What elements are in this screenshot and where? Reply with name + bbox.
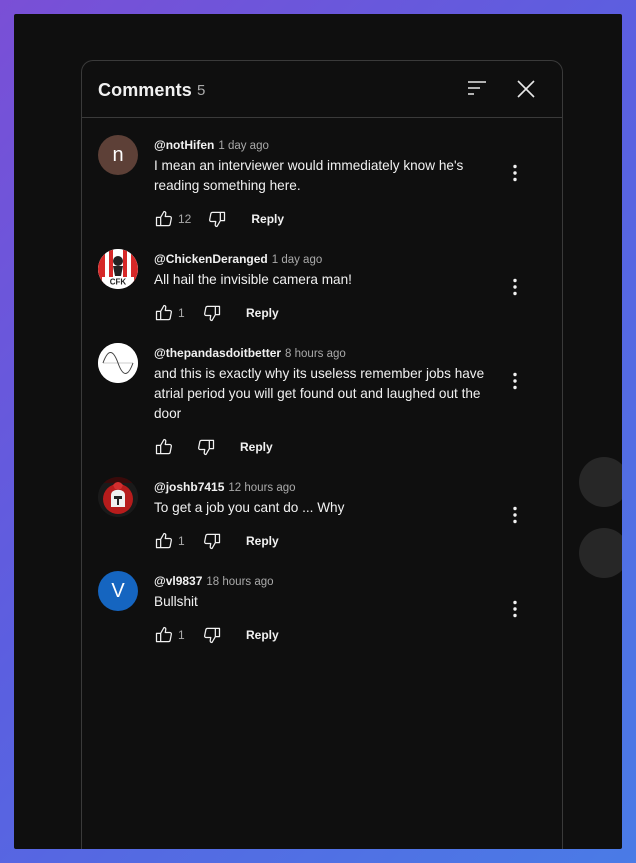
- wave-icon: [98, 343, 138, 383]
- comment-text: All hail the invisible camera man!: [154, 272, 352, 287]
- comment-author[interactable]: @notHifen: [154, 138, 214, 152]
- avatar-letter: V: [111, 579, 125, 602]
- comment-time[interactable]: 8 hours ago: [285, 348, 346, 360]
- comments-count: 5: [197, 82, 206, 99]
- comment-actions: 12 Reply: [152, 207, 284, 231]
- sort-icon[interactable]: [465, 77, 489, 101]
- comment-actions: 1 Reply: [152, 529, 279, 553]
- dislike-icon[interactable]: [205, 207, 229, 231]
- comment-time[interactable]: 1 day ago: [272, 254, 323, 266]
- avatar[interactable]: n: [98, 135, 138, 175]
- comment-time[interactable]: 12 hours ago: [228, 482, 295, 494]
- comment-author[interactable]: @thepandasdoitbetter: [154, 346, 281, 360]
- reply-button[interactable]: Reply: [246, 628, 279, 642]
- comment-time[interactable]: 1 day ago: [218, 140, 269, 152]
- reply-button[interactable]: Reply: [251, 212, 284, 226]
- avatar[interactable]: [98, 477, 138, 517]
- comments-title: Comments: [98, 80, 192, 100]
- app-window: Comments 5 n @notHifen 1 day ago I mean a…: [14, 14, 622, 849]
- comment-time[interactable]: 18 hours ago: [206, 576, 273, 588]
- like-icon[interactable]: [152, 301, 176, 325]
- avatar[interactable]: V: [98, 571, 138, 611]
- comment-text: and this is exactly why its useless reme…: [154, 366, 485, 421]
- like-icon[interactable]: [152, 207, 176, 231]
- dislike-icon[interactable]: [200, 301, 224, 325]
- comment-actions: 1 Reply: [152, 623, 279, 647]
- like-count: 1: [178, 534, 185, 548]
- like-count: 12: [178, 212, 192, 226]
- more-options-icon[interactable]: [503, 161, 527, 185]
- comments-header: Comments 5: [82, 61, 562, 118]
- more-options-icon[interactable]: [503, 369, 527, 393]
- comment-meta: @thepandasdoitbetter 8 hours ago: [154, 344, 346, 362]
- comment-text: To get a job you cant do ... Why: [154, 500, 345, 515]
- comment-text: Bullshit: [154, 594, 198, 609]
- comment-actions: Reply: [152, 435, 273, 459]
- like-icon[interactable]: [152, 435, 176, 459]
- side-action-button-2[interactable]: [579, 528, 622, 578]
- comment-author[interactable]: @vl9837: [154, 574, 202, 588]
- comment-meta: @joshb7415 12 hours ago: [154, 478, 296, 496]
- more-options-icon[interactable]: [503, 275, 527, 299]
- comment-meta: @ChickenDeranged 1 day ago: [154, 250, 322, 268]
- comment-author[interactable]: @ChickenDeranged: [154, 252, 268, 266]
- comment-meta: @notHifen 1 day ago: [154, 136, 269, 154]
- avatar-logo-text: CFK: [110, 278, 127, 287]
- dislike-icon[interactable]: [200, 623, 224, 647]
- like-count: 1: [178, 306, 185, 320]
- comment-actions: 1 Reply: [152, 301, 279, 325]
- dislike-icon[interactable]: [200, 529, 224, 553]
- comment-author[interactable]: @joshb7415: [154, 480, 224, 494]
- comments-panel: Comments 5 n @notHifen 1 day ago I mean a…: [81, 60, 563, 849]
- dislike-icon[interactable]: [194, 435, 218, 459]
- chicken-logo-icon: CFK: [98, 249, 138, 289]
- close-icon[interactable]: [514, 77, 538, 101]
- avatar[interactable]: [98, 343, 138, 383]
- comment-meta: @vl9837 18 hours ago: [154, 572, 274, 590]
- reply-button[interactable]: Reply: [246, 306, 279, 320]
- side-action-button-1[interactable]: [579, 457, 622, 507]
- reply-button[interactable]: Reply: [246, 534, 279, 548]
- gladiator-icon: [98, 477, 138, 517]
- like-count: 1: [178, 628, 185, 642]
- avatar[interactable]: CFK: [98, 249, 138, 289]
- like-icon[interactable]: [152, 529, 176, 553]
- more-options-icon[interactable]: [503, 597, 527, 621]
- like-icon[interactable]: [152, 623, 176, 647]
- avatar-letter: n: [112, 143, 124, 166]
- comment-text: I mean an interviewer would immediately …: [154, 158, 464, 193]
- reply-button[interactable]: Reply: [240, 440, 273, 454]
- more-options-icon[interactable]: [503, 503, 527, 527]
